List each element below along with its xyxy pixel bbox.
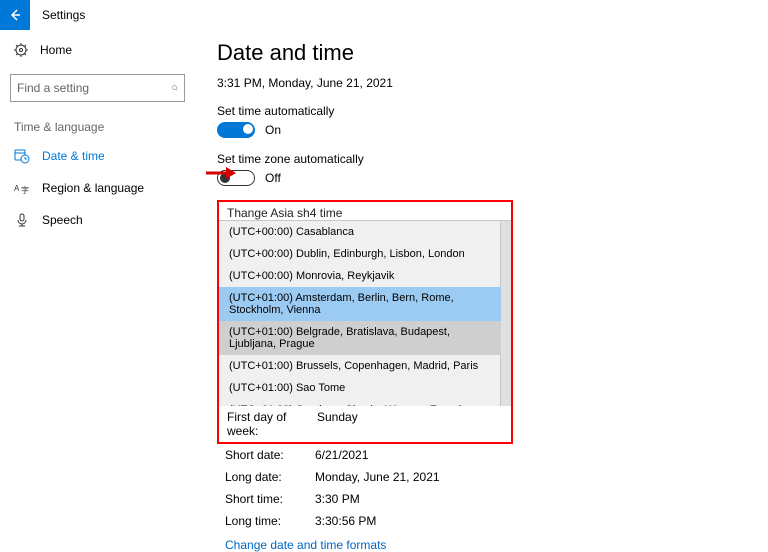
sidebar-item-label: Date & time (42, 149, 105, 163)
format-key: Short date: (225, 448, 315, 462)
arrow-left-icon (8, 8, 22, 22)
titlebar: Settings (0, 0, 768, 30)
sidebar-category: Time & language (0, 112, 195, 140)
sidebar-item-region-language[interactable]: A字 Region & language (0, 172, 195, 204)
format-key: Long time: (225, 514, 315, 528)
format-value: 3:30 PM (315, 492, 360, 506)
gear-icon (14, 43, 28, 57)
format-key: First day of week: (227, 410, 317, 438)
date-time-formats: Short date: 6/21/2021 Long date: Monday,… (217, 444, 768, 552)
sidebar-home[interactable]: Home (0, 36, 195, 64)
format-value: Sunday (317, 410, 358, 438)
back-button[interactable] (0, 0, 30, 30)
current-datetime: 3:31 PM, Monday, June 21, 2021 (217, 76, 768, 90)
sidebar-home-label: Home (40, 43, 72, 57)
timezone-option[interactable]: (UTC+01:00) Belgrade, Bratislava, Budape… (219, 321, 501, 355)
timezone-option[interactable]: (UTC+01:00) Brussels, Copenhagen, Madrid… (219, 355, 501, 377)
page-title: Date and time (217, 40, 768, 66)
language-icon: A字 (14, 180, 30, 196)
truncated-header-text: Thange Asia sh4 time (219, 202, 511, 220)
format-row: First day of week: Sunday (219, 406, 511, 442)
search-input[interactable] (10, 74, 185, 102)
format-row: Long date: Monday, June 21, 2021 (217, 466, 768, 488)
calendar-clock-icon (14, 148, 30, 164)
auto-timezone-state: Off (265, 171, 281, 185)
sidebar: Home Time & language Date & time A字 Regi… (0, 30, 195, 552)
timezone-option-selected[interactable]: (UTC+01:00) Amsterdam, Berlin, Bern, Rom… (219, 287, 501, 321)
change-formats-link[interactable]: Change date and time formats (225, 538, 386, 552)
search-icon (172, 82, 178, 94)
titlebar-label: Settings (42, 8, 85, 22)
format-key: Short time: (225, 492, 315, 506)
format-value: Monday, June 21, 2021 (315, 470, 440, 484)
timezone-option[interactable]: (UTC+01:00) Sarajevo, Skopje, Warsaw, Za… (219, 399, 501, 406)
sidebar-item-date-time[interactable]: Date & time (0, 140, 195, 172)
format-value: 3:30:56 PM (315, 514, 376, 528)
timezone-dropdown-list[interactable]: (UTC+00:00) Casablanca (UTC+00:00) Dubli… (219, 220, 511, 406)
sidebar-item-speech[interactable]: Speech (0, 204, 195, 236)
svg-text:字: 字 (21, 185, 29, 195)
timezone-option[interactable]: (UTC+00:00) Monrovia, Reykjavik (219, 265, 501, 287)
svg-text:A: A (14, 184, 20, 193)
timezone-option[interactable]: (UTC+00:00) Dublin, Edinburgh, Lisbon, L… (219, 243, 501, 265)
format-row: Short time: 3:30 PM (217, 488, 768, 510)
auto-time-toggle[interactable] (217, 122, 255, 138)
main-content: Date and time 3:31 PM, Monday, June 21, … (195, 30, 768, 552)
sidebar-item-label: Region & language (42, 181, 144, 195)
sidebar-item-label: Speech (42, 213, 83, 227)
format-row: Short date: 6/21/2021 (217, 444, 768, 466)
format-row: Long time: 3:30:56 PM (217, 510, 768, 532)
format-key: Long date: (225, 470, 315, 484)
microphone-icon (14, 212, 30, 228)
timezone-option[interactable]: (UTC+01:00) Sao Tome (219, 377, 501, 399)
format-value: 6/21/2021 (315, 448, 368, 462)
auto-time-label: Set time automatically (217, 104, 768, 118)
auto-timezone-toggle[interactable] (217, 170, 255, 186)
timezone-option[interactable]: (UTC+00:00) Casablanca (219, 221, 501, 243)
auto-timezone-label: Set time zone automatically (217, 152, 768, 166)
auto-time-state: On (265, 123, 281, 137)
timezone-dropdown-highlighted: Thange Asia sh4 time (UTC+00:00) Casabla… (217, 200, 513, 444)
search-input-field[interactable] (17, 81, 172, 95)
